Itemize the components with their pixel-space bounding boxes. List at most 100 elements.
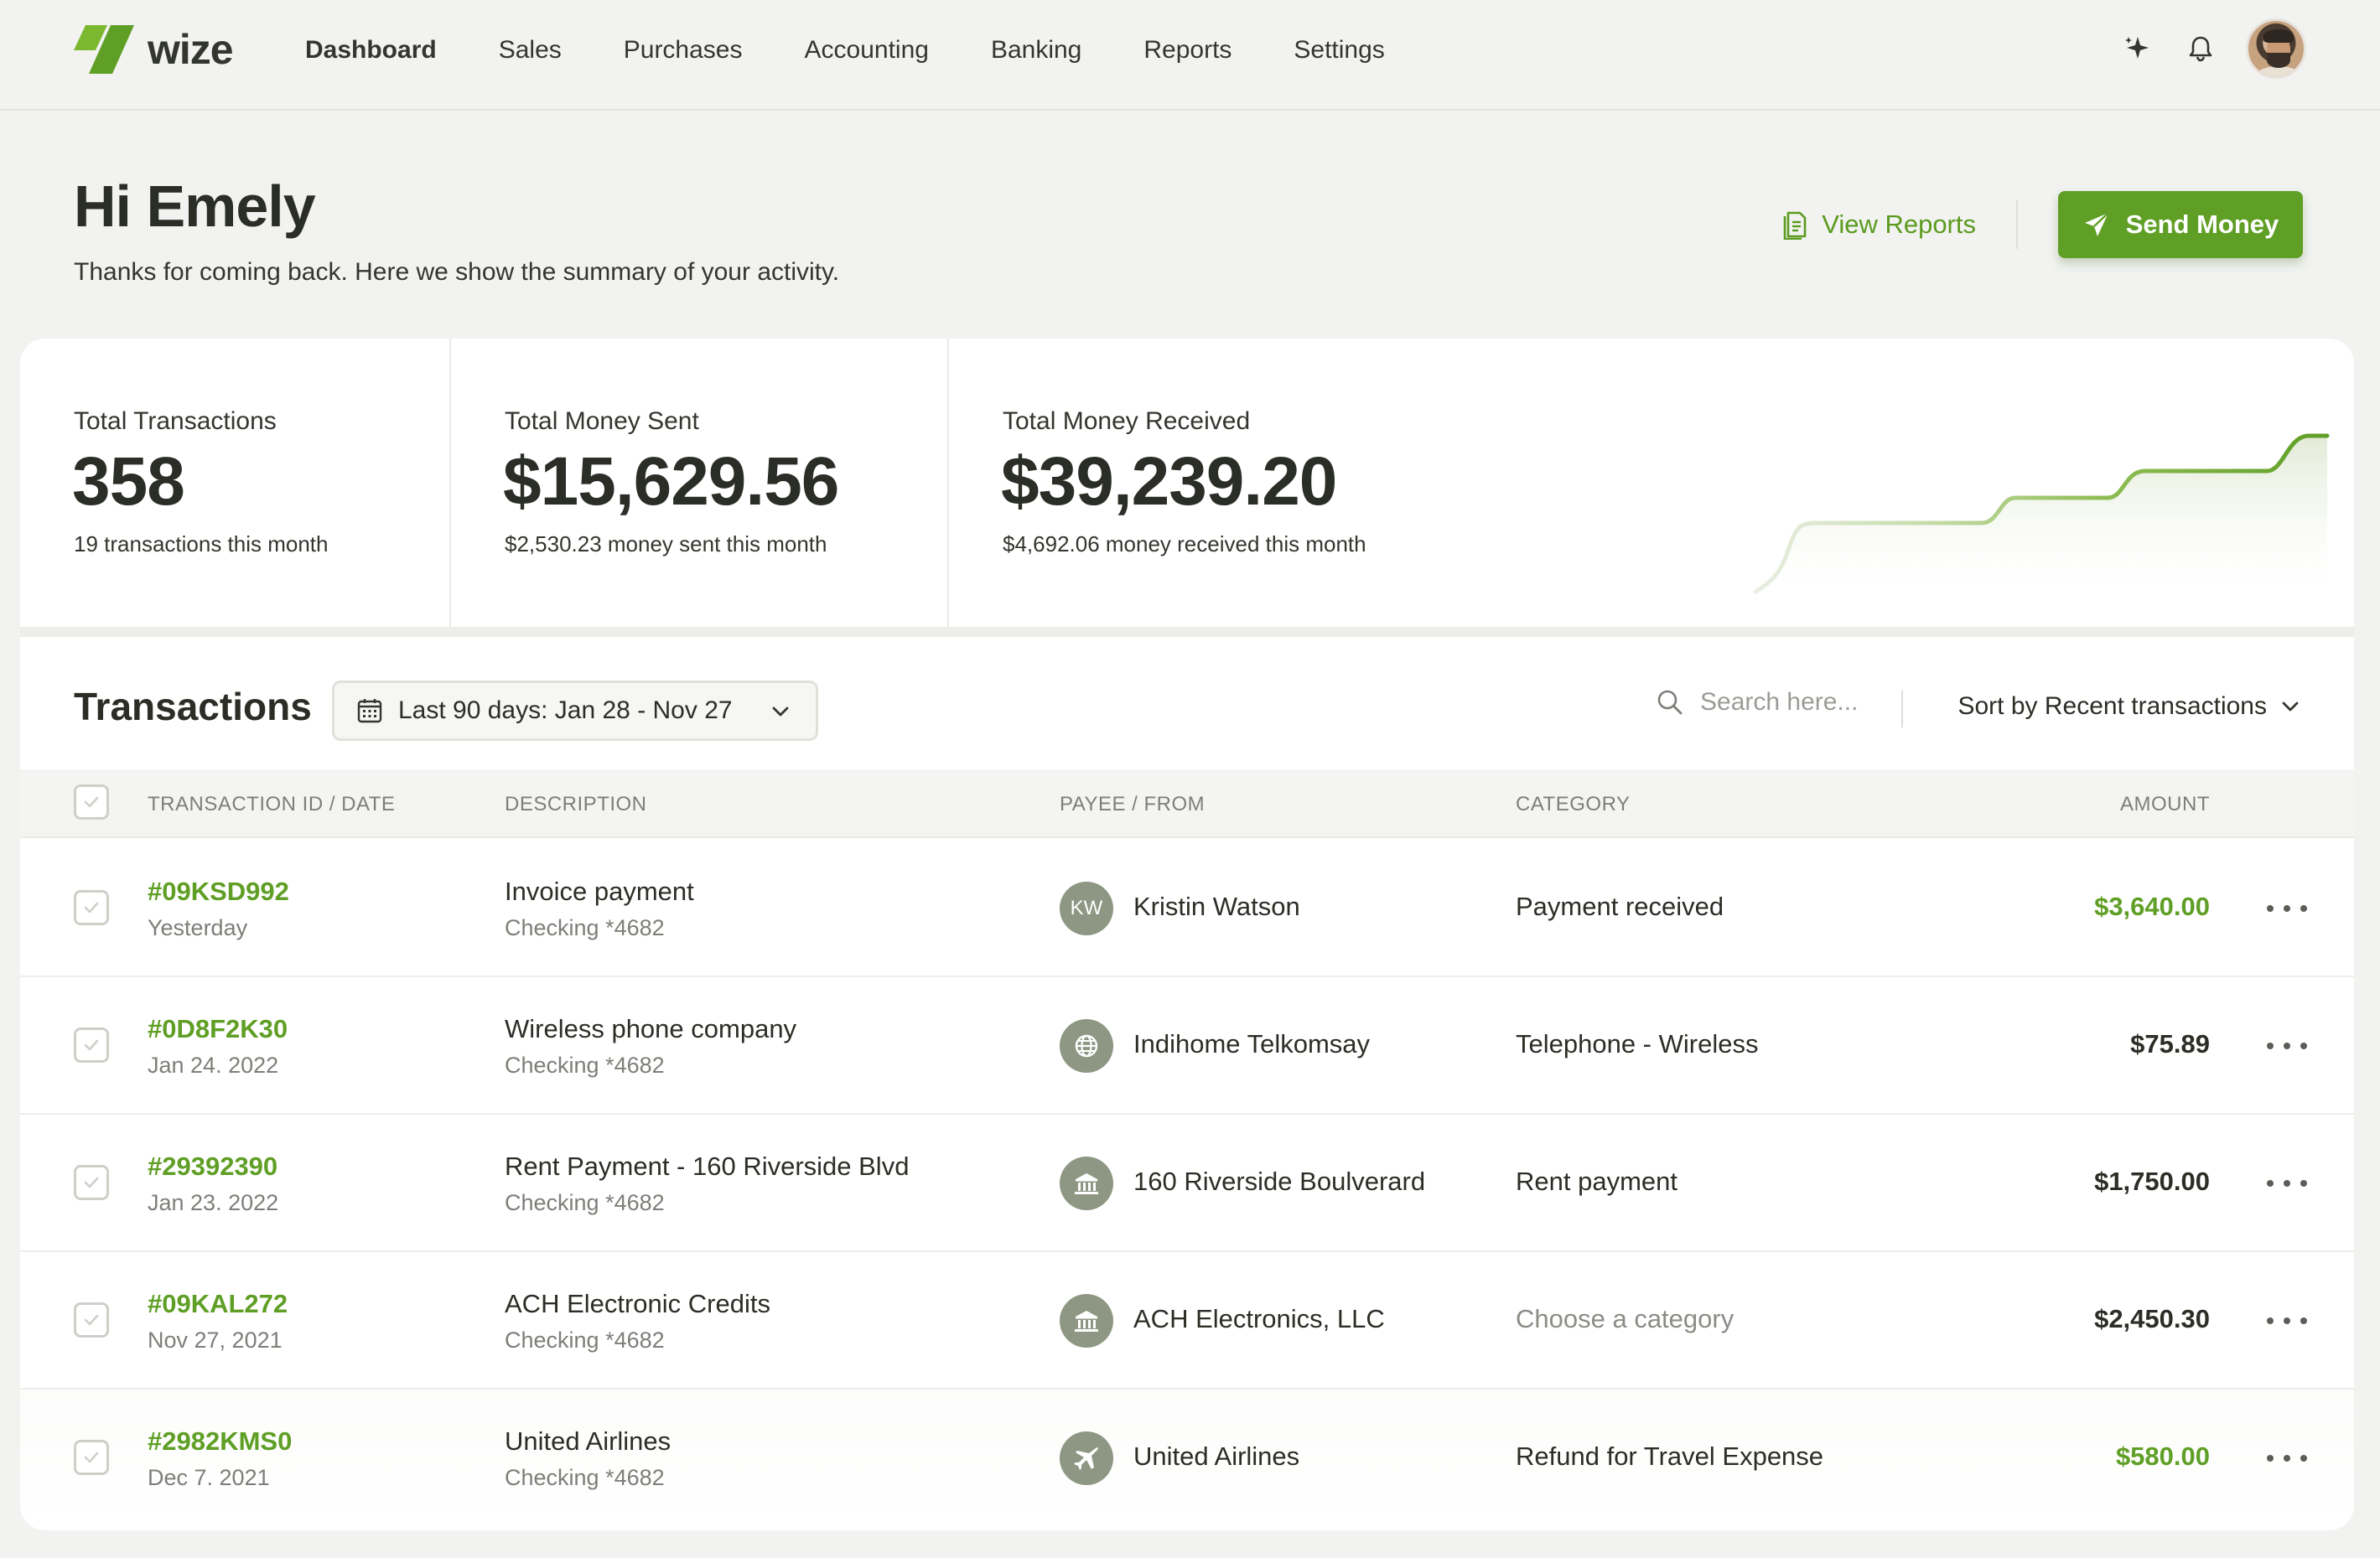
transaction-category: Payment received [1516, 892, 1724, 921]
section-separator [20, 627, 2354, 637]
paper-plane-icon [2084, 212, 2109, 236]
transaction-date: Jan 23. 2022 [148, 1190, 279, 1215]
transactions-title: Transactions [74, 685, 312, 728]
main-nav: Dashboard Sales Purchases Accounting Ban… [305, 0, 1447, 101]
choose-category-select[interactable]: Choose a category [1516, 1304, 1734, 1334]
row-checkbox[interactable] [74, 1165, 109, 1200]
column-header-payee[interactable]: PAYEE / FROM [1060, 793, 1205, 816]
document-icon [1783, 211, 1807, 240]
column-header-description[interactable]: DESCRIPTION [505, 793, 647, 816]
transaction-category: Rent payment [1516, 1167, 1677, 1196]
stat-label: Total Money Received [1003, 407, 1251, 435]
page-subtitle: Thanks for coming back. Here we show the… [74, 258, 840, 286]
transaction-account: Checking *4682 [505, 1053, 665, 1078]
row-checkbox[interactable] [74, 1440, 109, 1475]
row-checkbox[interactable] [74, 1027, 109, 1063]
nav-item-purchases[interactable]: Purchases [624, 36, 743, 65]
check-icon [84, 1039, 99, 1051]
check-icon [84, 1452, 99, 1463]
transaction-description: Rent Payment - 160 Riverside Blvd [505, 1152, 910, 1181]
stat-total-money-sent: Total Money Sent $15,629.56 $2,530.23 mo… [451, 339, 949, 629]
payee-name: Indihome Telkomsay [1133, 1029, 1371, 1059]
transaction-id-link[interactable]: #09KSD992 [148, 877, 289, 907]
bank-icon [1072, 1169, 1101, 1198]
payee-avatar [1060, 1431, 1113, 1485]
search-box [1655, 687, 1885, 717]
table-row[interactable]: #09KSD992 Yesterday Invoice payment Checkin… [20, 840, 2354, 977]
table-row[interactable]: #29392390 Jan 23. 2022 Rent Payment - 160 … [20, 1115, 2354, 1252]
bell-icon[interactable] [2182, 30, 2219, 67]
stat-note: 19 transactions this month [74, 531, 329, 556]
stat-label: Total Transactions [74, 407, 277, 435]
transaction-id-link[interactable]: #29392390 [148, 1152, 277, 1182]
payee-name: United Airlines [1133, 1442, 1300, 1471]
row-more-options-icon[interactable] [2267, 1448, 2307, 1468]
transaction-category: Refund for Travel Expense [1516, 1442, 1824, 1471]
transaction-id-link[interactable]: #0D8F2K30 [148, 1014, 288, 1044]
row-checkbox[interactable] [74, 890, 109, 925]
plane-icon [1072, 1444, 1101, 1473]
payee-avatar [1060, 1019, 1113, 1073]
table-row[interactable]: #0D8F2K30 Jan 24. 2022 Wireless phone comp… [20, 977, 2354, 1115]
transaction-category: Telephone - Wireless [1516, 1029, 1759, 1059]
sort-label: Sort by Recent transactions [1957, 692, 2267, 720]
transaction-description: Wireless phone company [505, 1014, 797, 1043]
row-more-options-icon[interactable] [2267, 1036, 2307, 1056]
view-reports-label: View Reports [1822, 210, 1976, 239]
send-money-label: Send Money [2125, 210, 2279, 239]
payee-avatar: KW [1060, 882, 1113, 935]
transaction-account: Checking *4682 [505, 1190, 665, 1215]
nav-item-settings[interactable]: Settings [1294, 36, 1384, 65]
nav-item-dashboard[interactable]: Dashboard [305, 36, 437, 65]
column-header-category[interactable]: CATEGORY [1516, 793, 1630, 816]
bank-icon [1072, 1307, 1101, 1335]
table-header: TRANSACTION ID / DATE DESCRIPTION PAYEE … [20, 769, 2354, 838]
stat-value: $39,239.20 [1001, 443, 1337, 520]
logo[interactable]: wize [74, 25, 234, 74]
view-reports-button[interactable]: View Reports [1780, 210, 1976, 240]
column-header-id-date[interactable]: TRANSACTION ID / DATE [148, 793, 395, 816]
row-more-options-icon[interactable] [2267, 1311, 2307, 1331]
transaction-amount: $3,640.00 [2094, 892, 2210, 921]
payee-name: Kristin Watson [1133, 892, 1300, 921]
row-checkbox[interactable] [74, 1302, 109, 1338]
money-received-sparkline [1753, 433, 2330, 607]
check-icon [84, 1177, 99, 1188]
transaction-description: ACH Electronic Credits [505, 1289, 770, 1318]
summary-card: Total Transactions 358 19 transactions t… [20, 339, 2354, 629]
stat-value: $15,629.56 [503, 443, 839, 520]
search-input[interactable] [1700, 688, 1885, 717]
check-icon [84, 796, 99, 808]
transaction-id-link[interactable]: #2982KMS0 [148, 1426, 292, 1457]
select-all-checkbox[interactable] [74, 784, 109, 820]
top-actions [2118, 18, 2306, 79]
send-money-button[interactable]: Send Money [2058, 191, 2303, 258]
transaction-description: Invoice payment [505, 877, 694, 906]
transaction-amount: $1,750.00 [2094, 1167, 2210, 1196]
user-avatar[interactable] [2246, 18, 2306, 79]
nav-item-banking[interactable]: Banking [991, 36, 1081, 65]
transaction-amount: $580.00 [2115, 1442, 2210, 1471]
transaction-date: Dec 7. 2021 [148, 1465, 270, 1490]
chevron-down-icon [2282, 701, 2299, 712]
table-row[interactable]: #09KAL272 Nov 27, 2021 ACH Electronic Cred… [20, 1252, 2354, 1390]
table-row[interactable]: #2982KMS0 Dec 7. 2021 United Airlines Check… [20, 1390, 2354, 1527]
nav-item-sales[interactable]: Sales [499, 36, 562, 65]
transaction-id-link[interactable]: #09KAL272 [148, 1289, 288, 1319]
nav-item-accounting[interactable]: Accounting [805, 36, 929, 65]
payee-avatar [1060, 1157, 1113, 1210]
row-more-options-icon[interactable] [2267, 898, 2307, 919]
payee-initials: KW [1070, 897, 1103, 919]
nav-item-reports[interactable]: Reports [1143, 36, 1231, 65]
column-header-amount[interactable]: AMOUNT [2116, 793, 2210, 816]
sort-dropdown[interactable]: Sort by Recent transactions [1957, 692, 2302, 721]
wize-logo-icon [74, 25, 134, 74]
sparkle-icon[interactable] [2118, 30, 2155, 67]
stat-note: $2,530.23 money sent this month [505, 531, 827, 556]
row-more-options-icon[interactable] [2267, 1173, 2307, 1193]
date-range-label: Last 90 days: Jan 28 - Nov 27 [398, 696, 733, 724]
stat-total-transactions: Total Transactions 358 19 transactions t… [20, 339, 451, 629]
transaction-account: Checking *4682 [505, 1465, 665, 1490]
payee-name: 160 Riverside Boulverard [1133, 1167, 1426, 1196]
date-range-dropdown[interactable]: Last 90 days: Jan 28 - Nov 27 [332, 681, 818, 741]
